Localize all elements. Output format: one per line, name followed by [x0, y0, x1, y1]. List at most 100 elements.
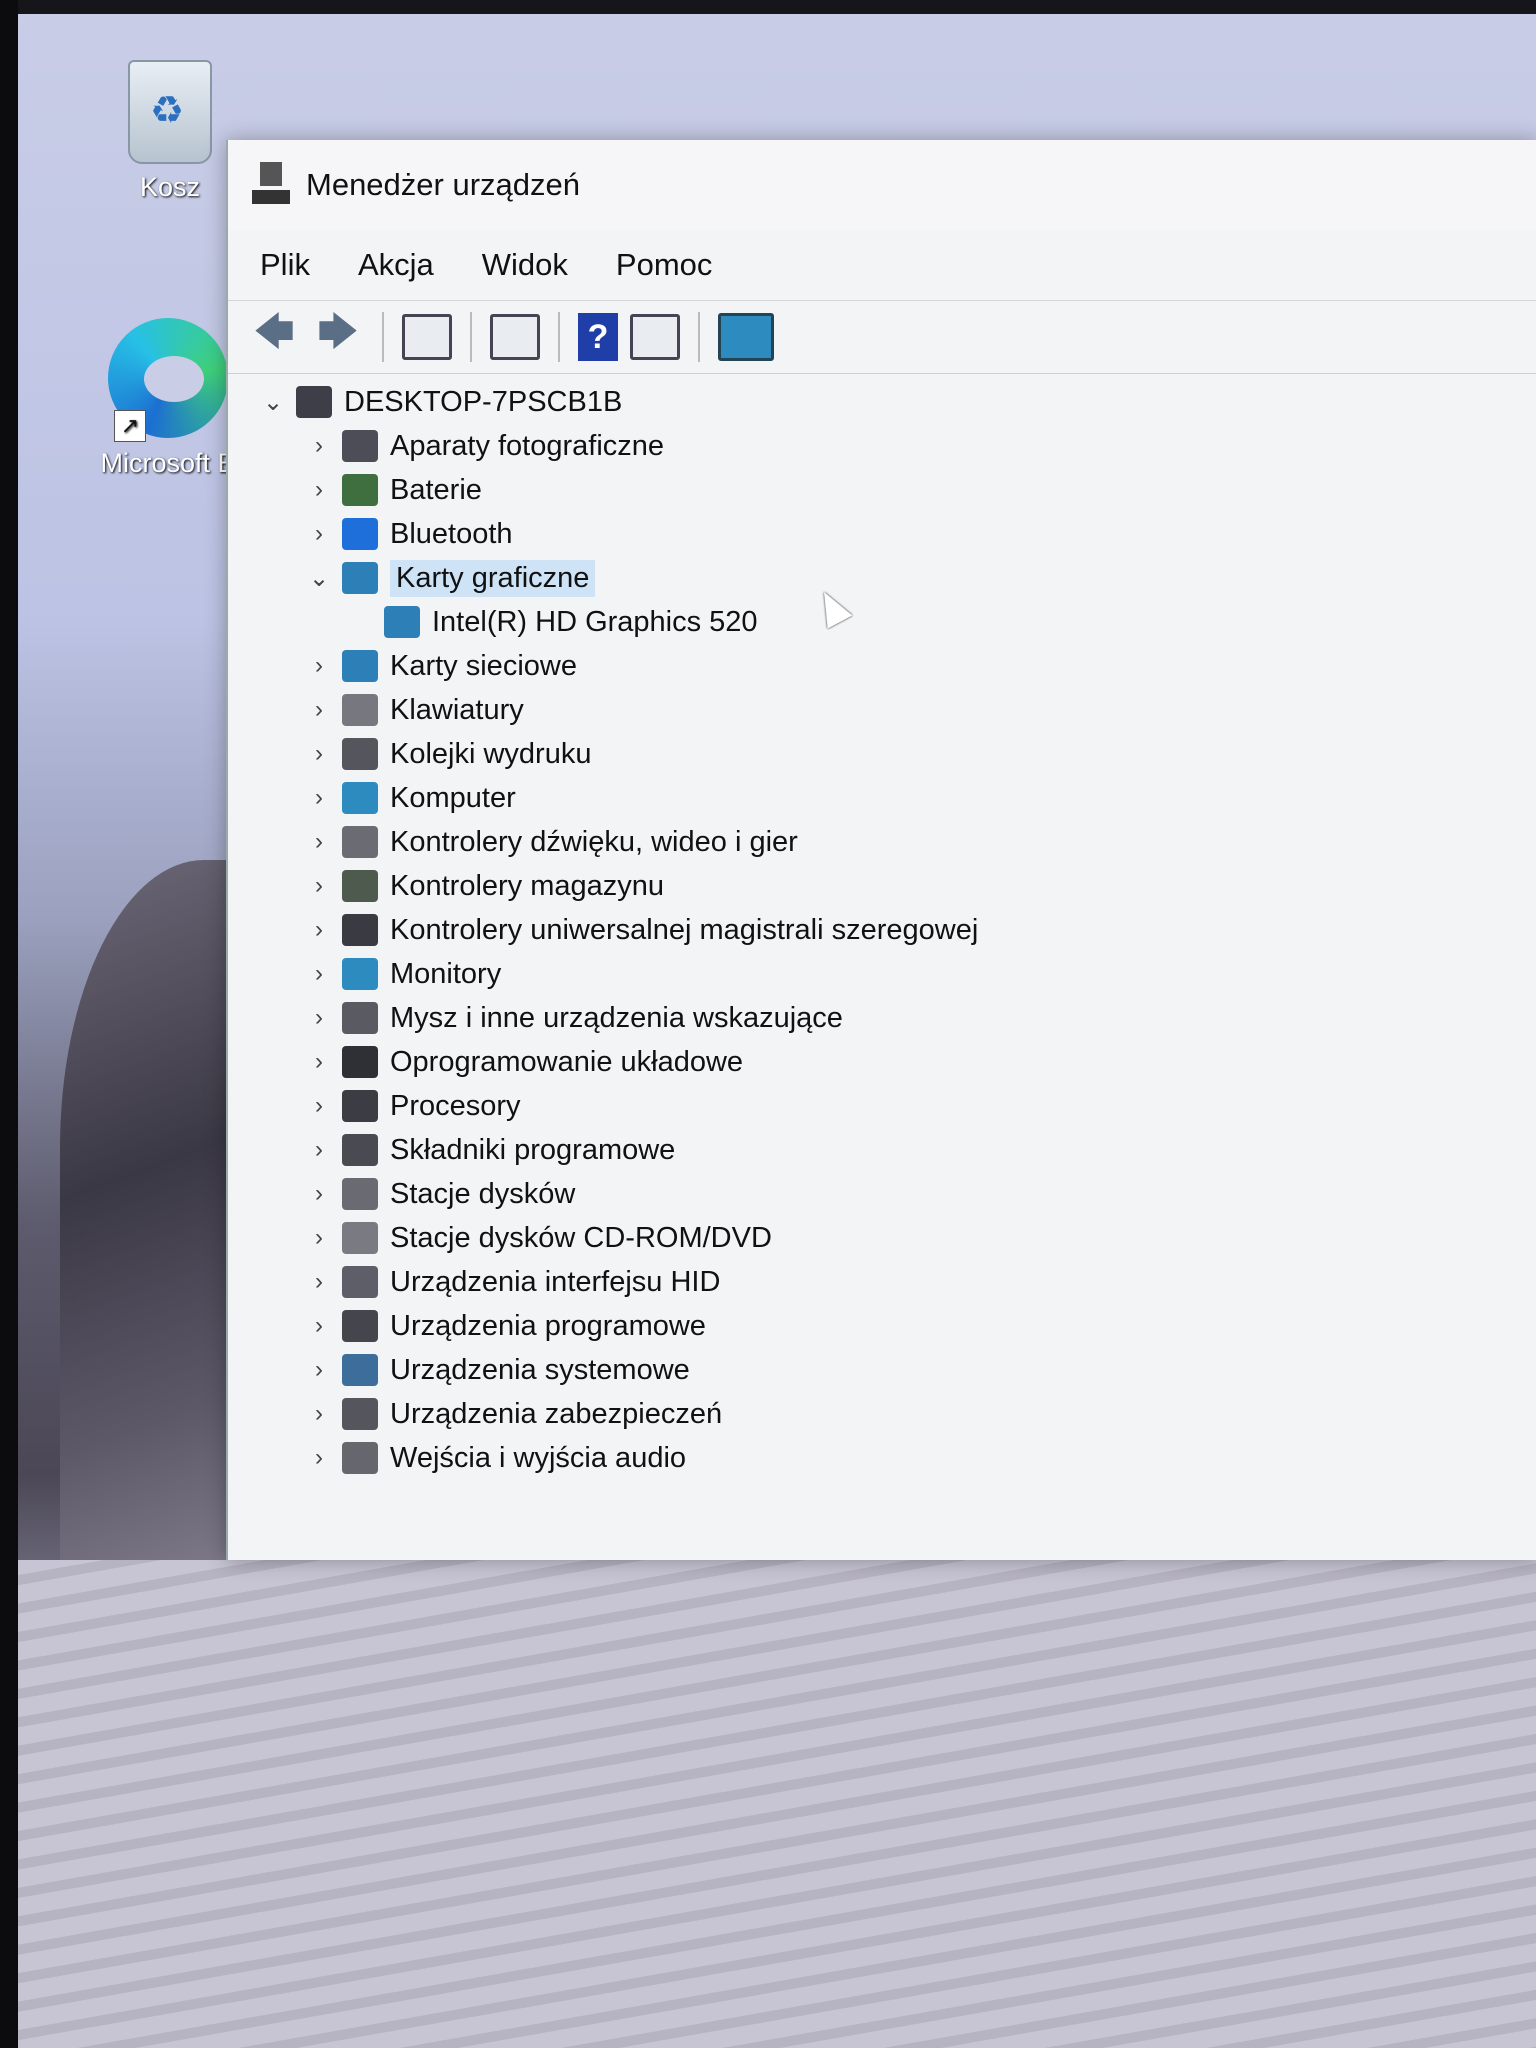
tree-item[interactable]: › Urządzenia systemowe — [258, 1348, 1498, 1392]
chevron-right-icon[interactable]: › — [304, 652, 334, 680]
device-category-icon — [342, 430, 378, 462]
device-category-icon — [342, 1310, 378, 1342]
chevron-right-icon[interactable]: › — [304, 872, 334, 900]
chevron-down-icon[interactable]: ⌄ — [258, 388, 288, 417]
tree-item[interactable]: › Stacje dysków — [258, 1172, 1498, 1216]
tree-item-label: Klawiatury — [390, 693, 524, 726]
tree-item-label: Karty sieciowe — [390, 649, 577, 682]
tree-item-label: Urządzenia programowe — [390, 1309, 706, 1342]
scan-hardware-icon[interactable] — [718, 313, 774, 361]
chevron-right-icon[interactable]: › — [304, 960, 334, 988]
device-category-icon — [342, 1090, 378, 1122]
menu-pomoc[interactable]: Pomoc — [612, 241, 716, 289]
tree-item[interactable]: › Karty sieciowe — [258, 644, 1498, 688]
tree-item[interactable]: › Kontrolery magazynu — [258, 864, 1498, 908]
device-category-icon — [342, 870, 378, 902]
chevron-right-icon[interactable]: › — [304, 520, 334, 548]
help-icon[interactable]: ? — [578, 313, 618, 361]
device-category-icon — [342, 738, 378, 770]
tree-item-label: Urządzenia systemowe — [390, 1353, 690, 1386]
device-category-icon — [342, 562, 378, 594]
edge-icon: ↗ — [108, 318, 228, 442]
tree-item[interactable]: › Aparaty fotograficzne — [258, 424, 1498, 468]
monitor-bezel-left — [0, 0, 18, 2048]
tree-item[interactable]: › Urządzenia zabezpieczeń — [258, 1392, 1498, 1436]
back-arrow-icon[interactable]: 🡄 — [248, 310, 300, 363]
chevron-right-icon[interactable]: › — [304, 784, 334, 812]
chevron-right-icon[interactable]: › — [304, 828, 334, 856]
tree-item[interactable]: › Wejścia i wyjścia audio — [258, 1436, 1498, 1480]
tree-item[interactable]: › Bluetooth — [258, 512, 1498, 556]
tree-item[interactable]: › Urządzenia programowe — [258, 1304, 1498, 1348]
tree-item[interactable]: ⌄ Karty graficzne — [258, 556, 1498, 600]
chevron-right-icon[interactable]: › — [304, 1312, 334, 1340]
tree-item[interactable]: › Oprogramowanie układowe — [258, 1040, 1498, 1084]
action-pane-icon[interactable] — [630, 314, 680, 360]
menu-bar: Plik Akcja Widok Pomoc — [228, 230, 1536, 300]
menu-widok[interactable]: Widok — [478, 241, 572, 289]
chevron-right-icon[interactable]: › — [304, 1092, 334, 1120]
tree-item[interactable]: › Stacje dysków CD-ROM/DVD — [258, 1216, 1498, 1260]
tree-item[interactable]: › Komputer — [258, 776, 1498, 820]
chevron-right-icon[interactable]: › — [304, 1136, 334, 1164]
device-manager-window: Menedżer urządzeń Plik Akcja Widok Pomoc… — [226, 140, 1536, 1560]
chevron-right-icon[interactable]: › — [304, 1268, 334, 1296]
tree-item[interactable]: › Kontrolery dźwięku, wideo i gier — [258, 820, 1498, 864]
device-category-icon — [342, 694, 378, 726]
chevron-down-icon[interactable]: ⌄ — [304, 564, 334, 593]
device-category-icon — [342, 826, 378, 858]
device-manager-icon — [252, 162, 292, 208]
device-category-icon — [342, 518, 378, 550]
device-category-icon — [342, 1442, 378, 1474]
chevron-right-icon[interactable]: › — [304, 1224, 334, 1252]
recycle-bin-icon: ♻ — [128, 60, 212, 164]
desktop-icon-edge[interactable]: ↗ Microsoft E — [88, 318, 248, 479]
tree-item[interactable]: › Kolejki wydruku — [258, 732, 1498, 776]
chevron-right-icon[interactable]: › — [304, 476, 334, 504]
tree-item-label: Kolejki wydruku — [390, 737, 592, 770]
tree-item[interactable]: › Składniki programowe — [258, 1128, 1498, 1172]
chevron-right-icon[interactable]: › — [304, 1004, 334, 1032]
desktop-icon-label: Microsoft E — [100, 448, 236, 478]
chevron-right-icon[interactable]: › — [304, 1444, 334, 1472]
menu-plik[interactable]: Plik — [256, 241, 314, 289]
desktop-icon-recycle-bin[interactable]: ♻ Kosz — [110, 60, 230, 203]
chevron-right-icon[interactable]: › — [304, 1180, 334, 1208]
monitor-bezel-top — [0, 0, 1536, 14]
tree-item-label: Oprogramowanie układowe — [390, 1045, 744, 1078]
display-adapter-icon — [384, 606, 420, 638]
device-category-icon — [342, 1222, 378, 1254]
tree-item[interactable]: › Mysz i inne urządzenia wskazujące — [258, 996, 1498, 1040]
tree-item-label: Urządzenia zabezpieczeń — [390, 1397, 723, 1430]
title-bar[interactable]: Menedżer urządzeń — [228, 140, 1536, 230]
chevron-right-icon[interactable]: › — [304, 916, 334, 944]
device-category-icon — [342, 1178, 378, 1210]
device-tree: ⌄ DESKTOP-7PSCB1B › Aparaty fotograficzne… — [258, 380, 1498, 1480]
tree-item[interactable]: › Urządzenia interfejsu HID — [258, 1260, 1498, 1304]
chevron-right-icon[interactable]: › — [304, 1400, 334, 1428]
device-category-icon — [342, 474, 378, 506]
tree-item-label: Komputer — [390, 781, 516, 814]
tree-item[interactable]: › Baterie — [258, 468, 1498, 512]
tree-item[interactable]: › Klawiatury — [258, 688, 1498, 732]
chevron-right-icon[interactable]: › — [304, 740, 334, 768]
properties-icon[interactable] — [402, 314, 452, 360]
tree-item-label: Wejścia i wyjścia audio — [390, 1441, 687, 1474]
chevron-right-icon[interactable]: › — [304, 1048, 334, 1076]
toolbar-separator — [470, 312, 472, 362]
tree-item-label: Mysz i inne urządzenia wskazujące — [390, 1001, 843, 1034]
chevron-right-icon[interactable]: › — [304, 432, 334, 460]
tree-root[interactable]: ⌄ DESKTOP-7PSCB1B — [258, 380, 1498, 424]
device-category-icon — [342, 782, 378, 814]
device-category-icon — [342, 1046, 378, 1078]
chevron-right-icon[interactable]: › — [304, 696, 334, 724]
chevron-right-icon[interactable]: › — [304, 1356, 334, 1384]
tree-item[interactable]: › Monitory — [258, 952, 1498, 996]
tree-item[interactable]: › Procesory — [258, 1084, 1498, 1128]
menu-akcja[interactable]: Akcja — [354, 241, 438, 289]
tree-subitem[interactable]: Intel(R) HD Graphics 520 — [258, 600, 1498, 644]
tree-item[interactable]: › Kontrolery uniwersalnej magistrali szer… — [258, 908, 1498, 952]
forward-arrow-icon[interactable]: 🡆 — [312, 310, 364, 363]
device-category-icon — [342, 1266, 378, 1298]
view-icon[interactable] — [490, 314, 540, 360]
